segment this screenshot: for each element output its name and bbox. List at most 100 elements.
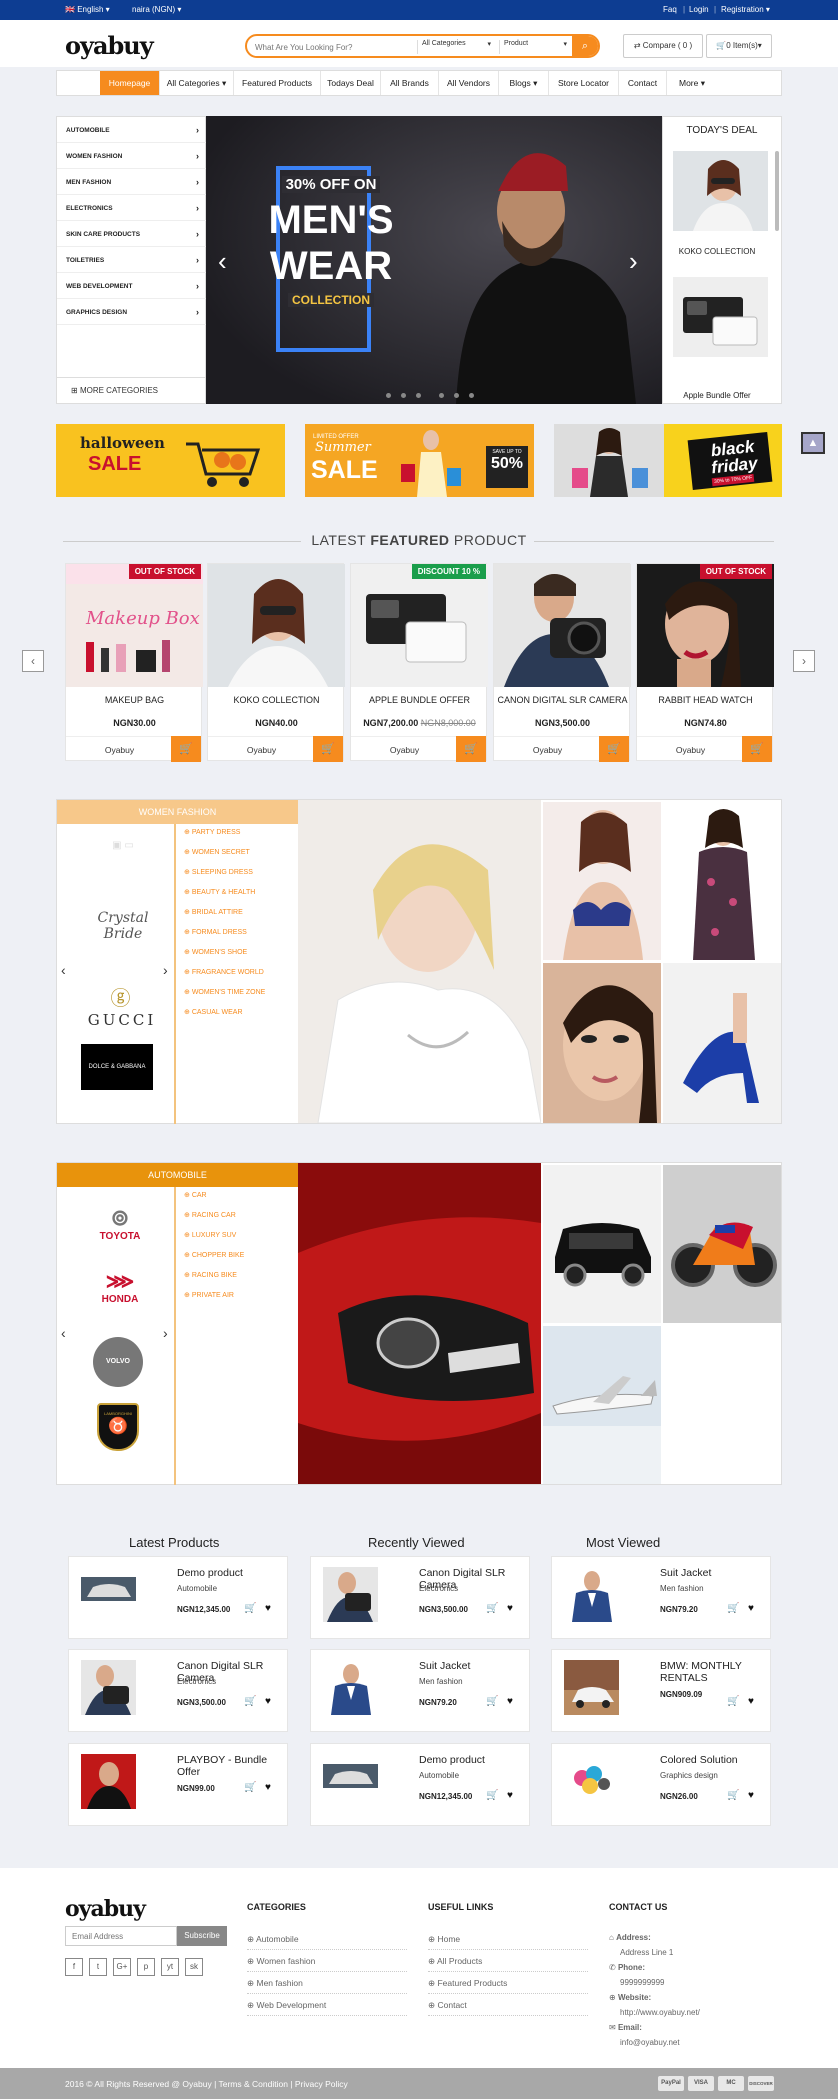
- brand-logo-volvo[interactable]: VOLVO: [93, 1337, 143, 1387]
- slider-dot[interactable]: [439, 393, 444, 398]
- search-input[interactable]: [255, 41, 415, 53]
- product-card[interactable]: OUT OF STOCK RABBIT HEAD WATCH NGN74.80 …: [636, 563, 774, 762]
- product-name[interactable]: Colored Solution: [660, 1754, 770, 1766]
- website-link[interactable]: http://www.oyabuy.net/: [609, 2005, 700, 2020]
- google-plus-icon[interactable]: G+: [113, 1958, 131, 1976]
- deal-image-koko[interactable]: [673, 151, 768, 231]
- cart-icon[interactable]: 🛒: [244, 1782, 256, 1793]
- currency-select[interactable]: naira (NGN) ▾: [132, 5, 181, 14]
- add-to-cart-button[interactable]: 🛒: [742, 736, 772, 762]
- brand-logo-lamborghini[interactable]: LAMBORGHINI ♉: [97, 1403, 139, 1451]
- subscribe-button[interactable]: Subscribe: [177, 1926, 227, 1946]
- heels-image[interactable]: [663, 963, 781, 1123]
- deal-name[interactable]: KOKO COLLECTION: [663, 247, 771, 256]
- product-name[interactable]: Demo product: [177, 1567, 287, 1579]
- twitter-icon[interactable]: t: [89, 1958, 107, 1976]
- cart-icon[interactable]: 🛒: [727, 1696, 739, 1707]
- heart-icon[interactable]: ♥: [507, 1696, 513, 1707]
- footer-useful-link[interactable]: ⊕ All Products: [428, 1956, 588, 1972]
- heart-icon[interactable]: ♥: [748, 1603, 754, 1614]
- category-link[interactable]: ⊕ WOMEN SECRET: [184, 848, 250, 856]
- footer-useful-link[interactable]: ⊕ Home: [428, 1934, 588, 1950]
- category-link[interactable]: ⊕ WOMEN'S TIME ZONE: [184, 988, 265, 996]
- nav-store-locator[interactable]: Store Locator: [549, 71, 619, 95]
- banner-halloween[interactable]: halloween SALE: [56, 424, 285, 497]
- deal-name[interactable]: Apple Bundle Offer: [663, 391, 771, 400]
- nav-all-categories[interactable]: All Categories ▾: [160, 71, 234, 95]
- product-thumb[interactable]: [323, 1754, 378, 1809]
- slider-dot[interactable]: [454, 393, 459, 398]
- women-fashion-hero-image[interactable]: [298, 800, 541, 1123]
- brand-prev-icon[interactable]: ‹: [61, 962, 66, 978]
- product-thumb[interactable]: [323, 1567, 378, 1622]
- language-select[interactable]: 🇬🇧 English ▾: [65, 5, 110, 14]
- cart-icon[interactable]: 🛒: [244, 1603, 256, 1614]
- product-card[interactable]: DISCOUNT 10 % APPLE BUNDLE OFFER NGN7,20…: [350, 563, 488, 762]
- product-name[interactable]: KOKO COLLECTION: [208, 695, 345, 705]
- add-to-cart-button[interactable]: 🛒: [599, 736, 629, 762]
- footer-useful-link[interactable]: ⊕ Contact: [428, 2000, 588, 2016]
- list-item[interactable]: BMW: MONTHLY RENTALS NGN909.09 🛒 ♥: [551, 1649, 771, 1732]
- facebook-icon[interactable]: f: [65, 1958, 83, 1976]
- nav-all-vendors[interactable]: All Vendors: [439, 71, 499, 95]
- list-item[interactable]: Suit Jacket Men fashion NGN79.20 🛒 ♥: [310, 1649, 530, 1732]
- product-thumb[interactable]: [81, 1567, 136, 1622]
- nav-all-brands[interactable]: All Brands: [381, 71, 439, 95]
- lingerie-image[interactable]: [543, 802, 661, 960]
- cart-button[interactable]: 🛒0 Item(s)▾: [706, 34, 772, 58]
- heart-icon[interactable]: ♥: [265, 1782, 271, 1793]
- category-select[interactable]: All Categories ▾: [417, 40, 497, 54]
- footer-category-link[interactable]: ⊕ Web Development: [247, 2000, 407, 2016]
- footer-category-link[interactable]: ⊕ Automobile: [247, 1934, 407, 1950]
- brand-logo-dolce-gabbana[interactable]: DOLCE & GABBANA: [81, 1044, 153, 1090]
- footer-category-link[interactable]: ⊕ Women fashion: [247, 1956, 407, 1972]
- slider-dot[interactable]: [469, 393, 474, 398]
- heart-icon[interactable]: ♥: [748, 1696, 754, 1707]
- category-link[interactable]: ⊕ PARTY DRESS: [184, 828, 240, 836]
- brand-logo-gucci[interactable]: ⓖ GUCCI: [79, 982, 165, 1029]
- featured-next-button[interactable]: ›: [793, 650, 815, 672]
- category-link[interactable]: ⊕ FORMAL DRESS: [184, 928, 247, 936]
- slider-dot[interactable]: [401, 393, 406, 398]
- product-name[interactable]: PLAYBOY - Bundle Offer: [177, 1754, 287, 1778]
- product-name[interactable]: Suit Jacket: [660, 1567, 770, 1579]
- product-thumb[interactable]: [564, 1754, 619, 1809]
- newsletter-email-input[interactable]: [65, 1926, 177, 1946]
- brand-next-icon[interactable]: ›: [163, 962, 168, 978]
- vendor-link[interactable]: Oyabuy: [494, 736, 601, 762]
- heart-icon[interactable]: ♥: [265, 1696, 271, 1707]
- list-item[interactable]: Canon Digital SLR Camera Electronics NGN…: [68, 1649, 288, 1732]
- category-link[interactable]: ⊕ SLEEPING DRESS: [184, 868, 253, 876]
- category-link[interactable]: ⊕ CAR: [184, 1191, 207, 1199]
- product-name[interactable]: Demo product: [419, 1754, 529, 1766]
- brand-logo-crystal-bride[interactable]: Crystal Bride: [81, 910, 165, 942]
- scroll-top-button[interactable]: ▲: [801, 432, 825, 454]
- youtube-icon[interactable]: yt: [161, 1958, 179, 1976]
- category-link[interactable]: ⊕ BRIDAL ATTIRE: [184, 908, 243, 916]
- product-card[interactable]: CANON DIGITAL SLR CAMERA NGN3,500.00 Oya…: [493, 563, 631, 762]
- list-item[interactable]: PLAYBOY - Bundle Offer NGN99.00 🛒 ♥: [68, 1743, 288, 1826]
- sidebar-item-electronics[interactable]: ELECTRONICS ›: [57, 195, 207, 221]
- product-image[interactable]: [494, 564, 631, 687]
- list-item[interactable]: Suit Jacket Men fashion NGN79.20 🛒 ♥: [551, 1556, 771, 1639]
- product-name[interactable]: RABBIT HEAD WATCH: [637, 695, 774, 705]
- sidebar-item-graphics-design[interactable]: GRAPHICS DESIGN ›: [57, 299, 207, 325]
- skype-icon[interactable]: sk: [185, 1958, 203, 1976]
- more-categories-link[interactable]: ⊞ MORE CATEGORIES: [57, 377, 205, 403]
- heart-icon[interactable]: ♥: [265, 1603, 271, 1614]
- product-card[interactable]: KOKO COLLECTION NGN40.00 Oyabuy 🛒: [207, 563, 345, 762]
- slider-dot[interactable]: [416, 393, 421, 398]
- vendor-link[interactable]: Oyabuy: [208, 736, 315, 762]
- beauty-image[interactable]: [543, 963, 661, 1123]
- nav-contact[interactable]: Contact: [619, 71, 667, 95]
- type-select[interactable]: Product ▾: [499, 40, 573, 54]
- compare-button[interactable]: ⇄ Compare ( 0 ): [623, 34, 703, 58]
- email-link[interactable]: info@oyabuy.net: [609, 2035, 700, 2050]
- product-image[interactable]: [637, 564, 774, 687]
- category-link[interactable]: ⊕ BEAUTY & HEALTH: [184, 888, 255, 896]
- vendor-link[interactable]: Oyabuy: [351, 736, 458, 762]
- suv-image[interactable]: [543, 1165, 661, 1323]
- brand-logo-toyota[interactable]: ⊚ TOYOTA: [85, 1205, 155, 1242]
- product-thumb[interactable]: [564, 1660, 619, 1715]
- banner-black-friday[interactable]: black friday 30% to 70% OFF: [554, 424, 782, 497]
